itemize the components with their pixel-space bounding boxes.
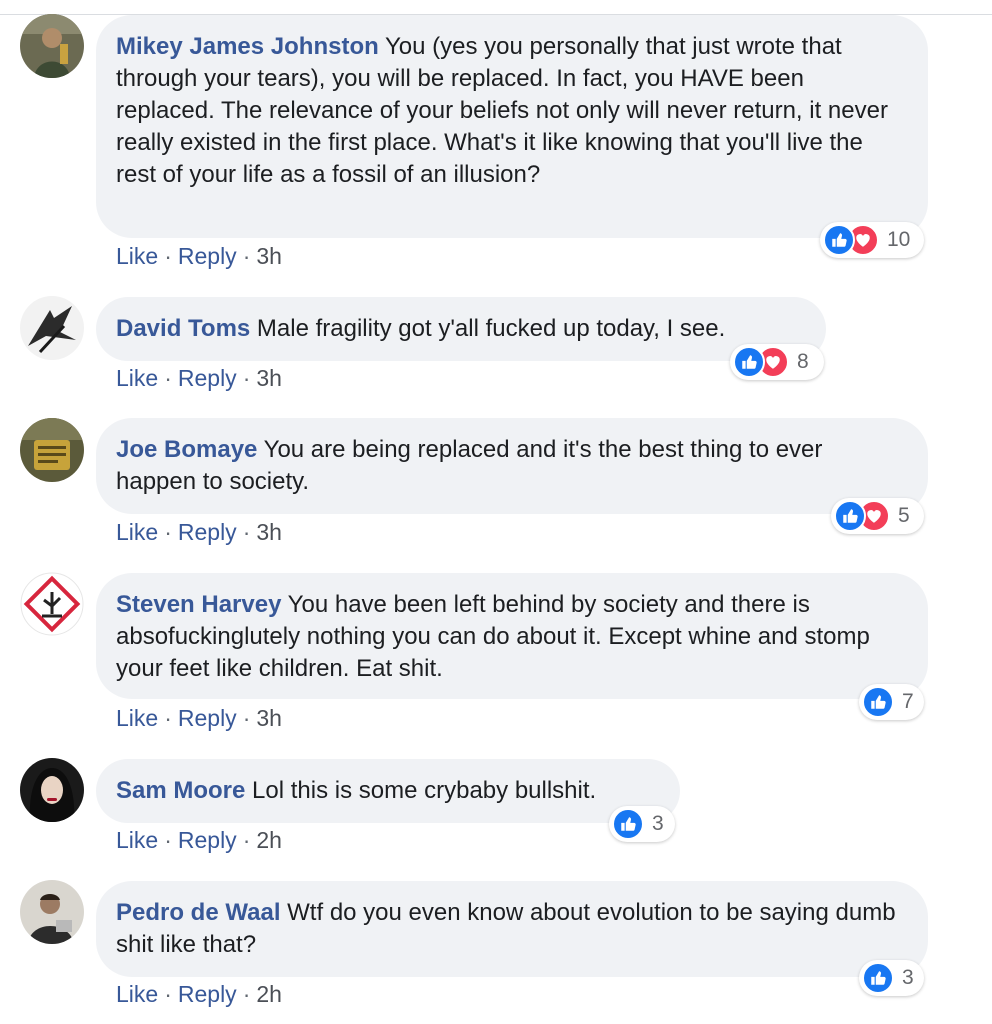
reaction-summary[interactable]: 10	[820, 222, 924, 258]
like-link[interactable]: Like	[116, 519, 158, 545]
like-icon	[834, 500, 866, 532]
like-icon	[612, 808, 644, 840]
separator-dot: ·	[242, 981, 251, 1007]
avatar[interactable]	[20, 296, 84, 360]
separator-dot: ·	[242, 519, 251, 545]
comment-actions: Like · Reply · 3h	[116, 241, 282, 271]
like-icon	[862, 686, 894, 718]
comment-bubble: Joe Bomaye You are being replaced and it…	[96, 418, 928, 514]
avatar[interactable]	[20, 14, 84, 78]
separator-dot: ·	[164, 981, 172, 1007]
comment-actions: Like · Reply · 2h	[116, 825, 282, 855]
reply-link[interactable]: Reply	[178, 705, 237, 731]
reply-link[interactable]: Reply	[178, 827, 237, 853]
separator-dot: ·	[164, 243, 172, 269]
comment-author[interactable]: David Toms	[116, 315, 250, 342]
reaction-count: 7	[902, 690, 914, 713]
reaction-summary[interactable]: 8	[730, 344, 824, 380]
comment-time[interactable]: 3h	[256, 243, 282, 269]
reaction-summary[interactable]: 3	[859, 960, 924, 996]
comment-bubble: Pedro de Waal Wtf do you even know about…	[96, 881, 928, 977]
reaction-summary[interactable]: 5	[831, 498, 924, 534]
comment-bubble: Sam Moore Lol this is some crybaby bulls…	[96, 759, 680, 823]
comment-actions: Like · Reply · 3h	[116, 703, 282, 733]
like-link[interactable]: Like	[116, 243, 158, 269]
reply-link[interactable]: Reply	[178, 981, 237, 1007]
comment-time[interactable]: 3h	[256, 519, 282, 545]
comment-actions: Like · Reply · 3h	[116, 363, 282, 393]
reaction-summary[interactable]: 3	[609, 806, 675, 842]
separator-dot: ·	[242, 243, 251, 269]
comment-author[interactable]: Sam Moore	[116, 777, 245, 804]
like-link[interactable]: Like	[116, 981, 158, 1007]
like-link[interactable]: Like	[116, 705, 158, 731]
reply-link[interactable]: Reply	[178, 365, 237, 391]
reaction-count: 10	[887, 228, 911, 251]
avatar[interactable]	[20, 758, 84, 822]
comment-time[interactable]: 3h	[256, 365, 282, 391]
reaction-count: 3	[902, 966, 914, 989]
separator-dot: ·	[242, 827, 251, 853]
comment-author[interactable]: Joe Bomaye	[116, 436, 257, 463]
reply-link[interactable]: Reply	[178, 519, 237, 545]
separator-dot: ·	[242, 705, 251, 731]
reaction-summary[interactable]: 7	[859, 684, 924, 720]
comment-time[interactable]: 2h	[256, 827, 282, 853]
comment-time[interactable]: 2h	[256, 981, 282, 1007]
comment-text: Lol this is some crybaby bullshit.	[252, 777, 597, 804]
like-link[interactable]: Like	[116, 827, 158, 853]
comment-bubble: David Toms Male fragility got y'all fuck…	[96, 297, 826, 361]
comment-author[interactable]: Pedro de Waal	[116, 899, 280, 926]
comment-actions: Like · Reply · 2h	[116, 979, 282, 1009]
avatar[interactable]	[20, 572, 84, 636]
reaction-count: 5	[898, 504, 910, 527]
separator-dot: ·	[164, 519, 172, 545]
comment-text: Male fragility got y'all fucked up today…	[256, 315, 726, 342]
comment-author[interactable]: Mikey James Johnston	[116, 33, 379, 60]
separator-dot: ·	[164, 827, 172, 853]
separator-dot: ·	[164, 705, 172, 731]
reply-link[interactable]: Reply	[178, 243, 237, 269]
avatar[interactable]	[20, 418, 84, 482]
like-icon	[823, 224, 855, 256]
comment-author[interactable]: Steven Harvey	[116, 591, 281, 618]
comment-bubble: Steven Harvey You have been left behind …	[96, 573, 928, 699]
comment-actions: Like · Reply · 3h	[116, 517, 282, 547]
like-link[interactable]: Like	[116, 365, 158, 391]
like-icon	[862, 962, 894, 994]
avatar[interactable]	[20, 880, 84, 944]
reaction-count: 3	[652, 812, 664, 835]
like-icon	[733, 346, 765, 378]
separator-dot: ·	[164, 365, 172, 391]
reaction-count: 8	[797, 350, 809, 373]
comment-bubble: Mikey James Johnston You (yes you person…	[96, 15, 928, 238]
separator-dot: ·	[242, 365, 251, 391]
comment-time[interactable]: 3h	[256, 705, 282, 731]
